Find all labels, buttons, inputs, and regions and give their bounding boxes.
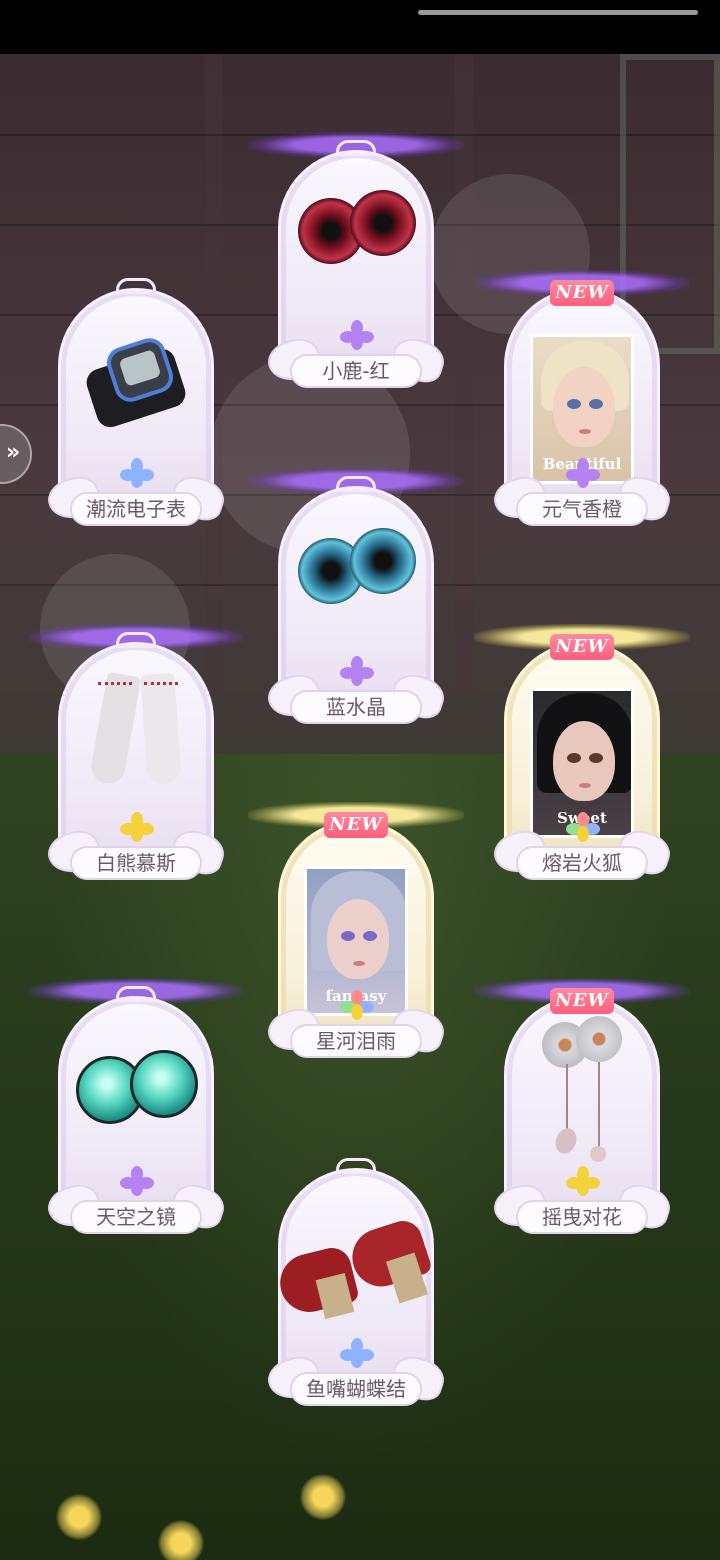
daisy-flower	[300, 1474, 346, 1520]
item-name: 摇曳对花	[516, 1200, 648, 1234]
item-name: 鱼嘴蝴蝶结	[290, 1372, 422, 1406]
item-name: 潮流电子表	[70, 492, 202, 526]
rarity-gem-icon	[566, 1166, 600, 1196]
socks-item	[78, 670, 194, 810]
item-name: 小鹿-红	[290, 354, 422, 388]
hairpin-item	[536, 1016, 632, 1166]
chevrons-right-icon: »	[6, 440, 21, 465]
bow-ornament	[116, 632, 156, 648]
rarity-gem-icon	[340, 656, 374, 686]
new-badge: NEW	[550, 280, 614, 306]
bow-ornament	[336, 476, 376, 492]
item-name: 白熊慕斯	[70, 846, 202, 880]
digital-watch-item	[82, 328, 190, 438]
new-badge: NEW	[324, 812, 388, 838]
rarity-gem-icon	[120, 1166, 154, 1196]
daisy-flower	[56, 1494, 102, 1540]
bow-ornament	[116, 986, 156, 1002]
rarity-gem-icon	[340, 990, 374, 1020]
status-bar	[0, 0, 720, 54]
item-name: 元气香橙	[516, 492, 648, 526]
item-name: 熔岩火狐	[516, 846, 648, 880]
rarity-gem-icon	[120, 812, 154, 842]
bow-ornament	[116, 278, 156, 294]
rarity-gem-icon	[340, 320, 374, 350]
item-name: 星河泪雨	[290, 1024, 422, 1058]
rarity-gem-icon	[566, 812, 600, 842]
item-name: 天空之镜	[70, 1200, 202, 1234]
teal-eyes-item	[76, 1046, 200, 1136]
blue-eyes-item	[298, 528, 418, 618]
red-eyes-item	[298, 190, 418, 280]
rarity-gem-icon	[340, 1338, 374, 1368]
bow-ornament	[336, 140, 376, 156]
new-badge: NEW	[550, 634, 614, 660]
rarity-gem-icon	[120, 458, 154, 488]
rarity-gem-icon	[566, 458, 600, 488]
daisy-flower	[158, 1520, 204, 1560]
bow-ornament	[336, 1158, 376, 1174]
home-indicator[interactable]	[418, 10, 698, 15]
new-badge: NEW	[550, 988, 614, 1014]
shoes-item	[274, 1215, 434, 1336]
item-name: 蓝水晶	[290, 690, 422, 724]
